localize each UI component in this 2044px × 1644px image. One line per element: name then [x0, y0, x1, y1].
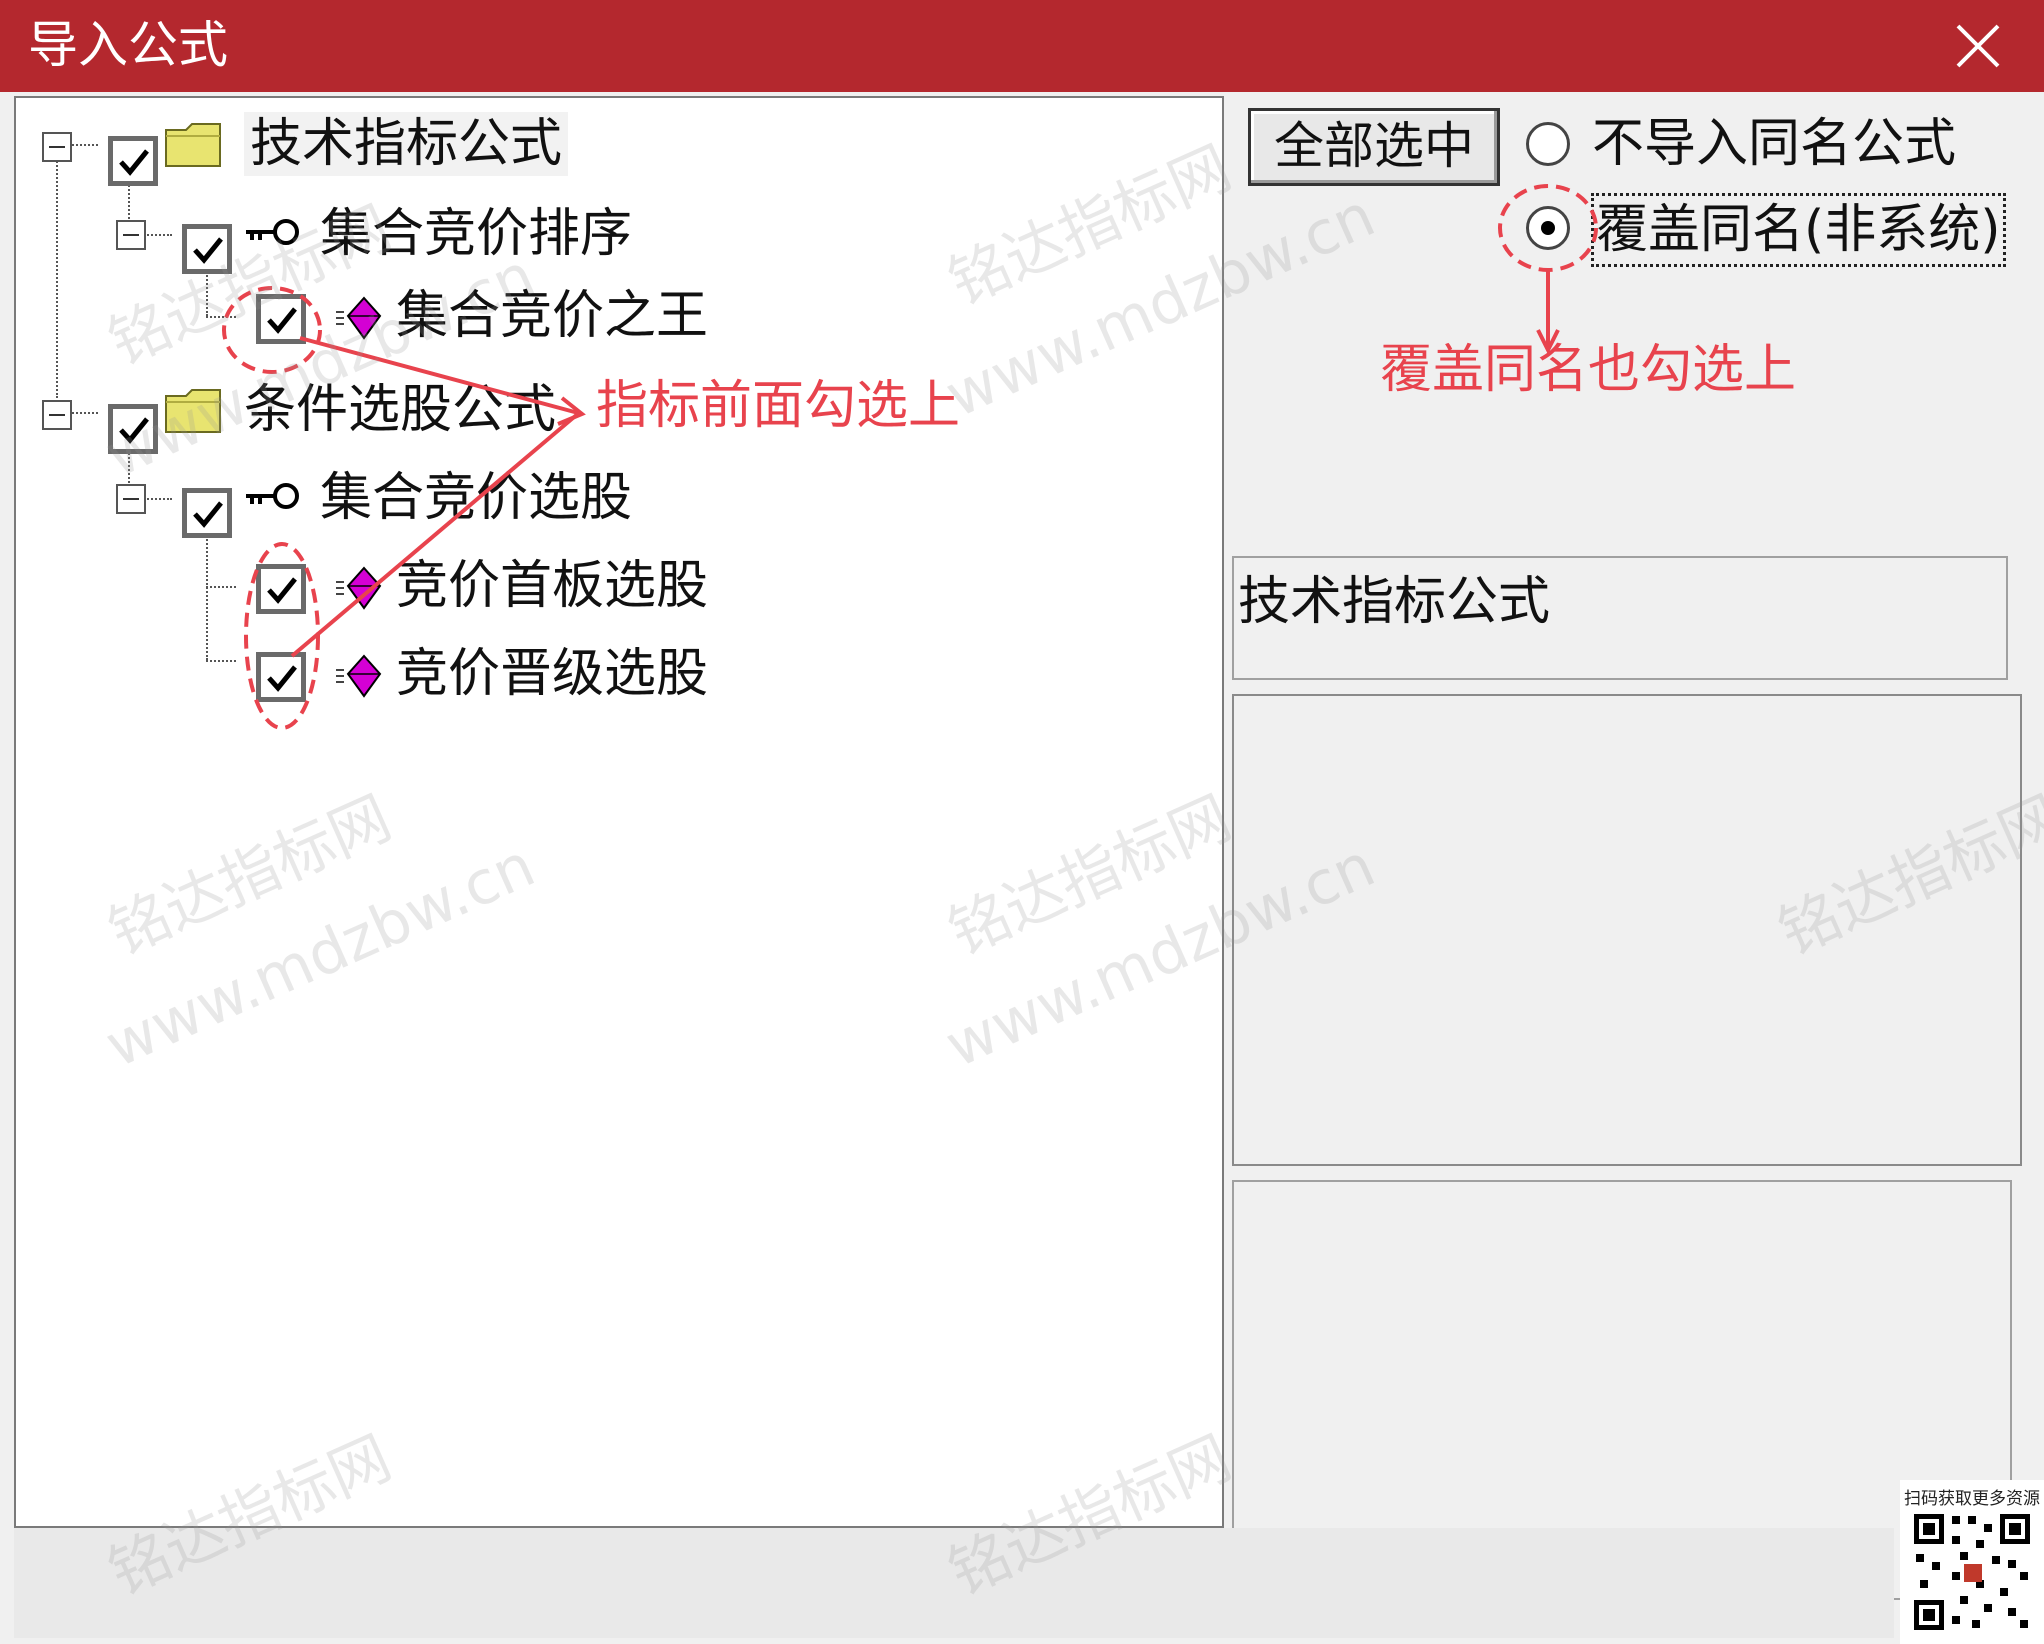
import-formula-dialog: 导入公式 技术指标公式 集合竞价排序 集合竞价之王 条件选股公式 集合竞价选股 … — [0, 0, 2044, 1644]
qr-code: 扫码获取更多资源 — [1900, 1480, 2044, 1644]
qr-caption: 扫码获取更多资源 — [1904, 1489, 2040, 1509]
qr-code-icon — [1910, 1510, 2034, 1634]
highlight-circle — [1498, 184, 1598, 272]
highlight-circle — [244, 542, 320, 730]
annotation-overlay — [222, 184, 1598, 730]
highlight-circle — [222, 286, 322, 374]
